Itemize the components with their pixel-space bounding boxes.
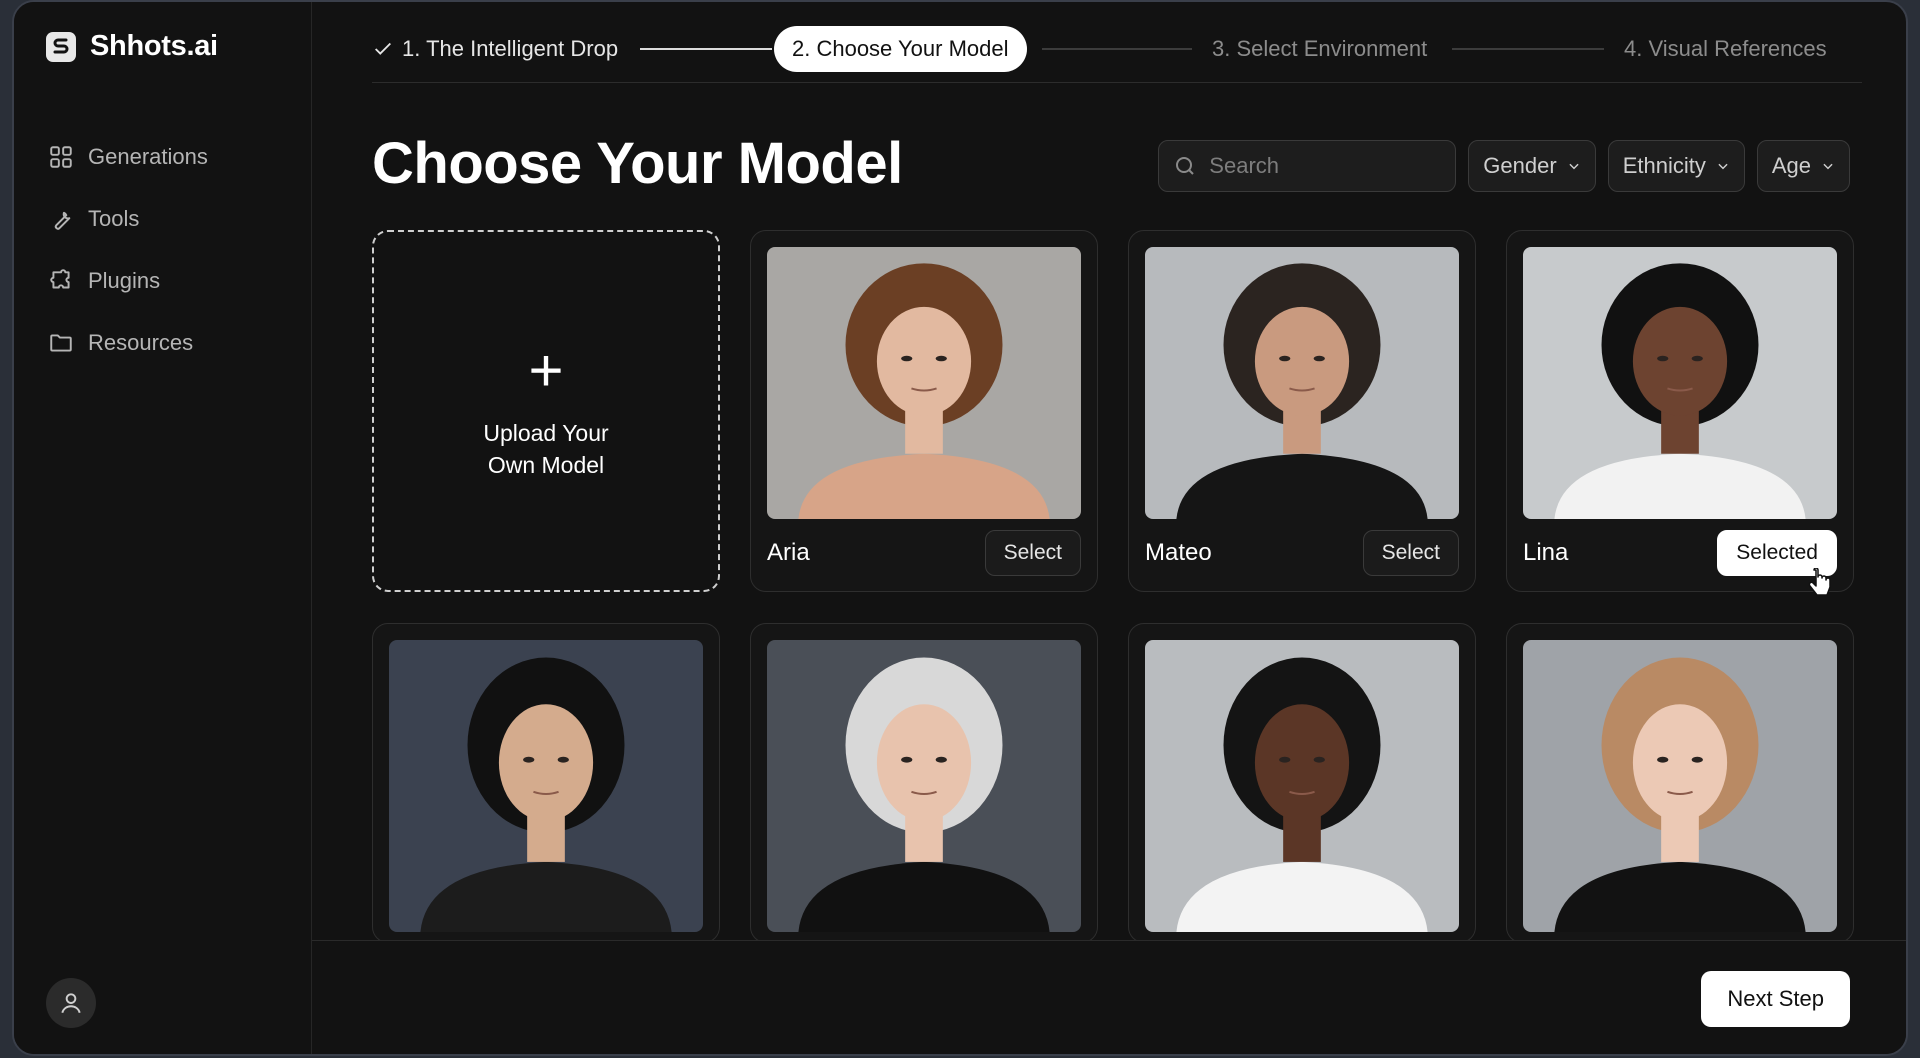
- wrench-icon: [54, 211, 71, 230]
- next-step-button[interactable]: Next Step: [1701, 971, 1850, 1027]
- upload-label: Upload Your Own Model: [483, 417, 608, 481]
- dropdown-label: Gender: [1483, 153, 1557, 178]
- dropdown-label: Age: [1771, 153, 1811, 178]
- model-photo[interactable]: [767, 247, 1081, 519]
- step-connector: [1452, 48, 1604, 50]
- check-icon: [375, 42, 391, 55]
- folder-icon: [50, 334, 72, 352]
- model-photo[interactable]: [1523, 640, 1837, 932]
- model-card[interactable]: [1506, 623, 1854, 943]
- select-button[interactable]: Select: [984, 530, 1081, 576]
- card-footer: Mateo Select: [1145, 529, 1459, 577]
- step-connector: [1042, 48, 1192, 50]
- upload-model-card[interactable]: + Upload Your Own Model: [372, 230, 720, 592]
- model-card[interactable]: Lina Selected: [1506, 230, 1854, 592]
- divider: [372, 82, 1862, 83]
- step-connector: [640, 48, 772, 50]
- step-4[interactable]: 4. Visual References: [1624, 26, 1827, 72]
- search-box[interactable]: [1158, 140, 1457, 192]
- brand[interactable]: Shhots.ai: [46, 30, 218, 63]
- logo-icon: [46, 31, 76, 62]
- upload-label-line: Upload Your: [483, 419, 609, 446]
- search-icon: [1176, 157, 1195, 175]
- sidebar-item-label: Tools: [88, 206, 140, 231]
- puzzle-icon: [50, 269, 70, 289]
- user-icon: [61, 993, 81, 1014]
- sidebar-item-label: Plugins: [88, 268, 161, 293]
- ethnicity-dropdown[interactable]: Ethnicity: [1607, 140, 1745, 192]
- sidebar-item-generations[interactable]: Generations: [48, 126, 208, 188]
- chevron-down-icon: [1718, 163, 1728, 170]
- step-label: 1. The Intelligent Drop: [402, 36, 619, 61]
- card-footer: Aria Select: [767, 529, 1081, 577]
- model-photo[interactable]: [767, 640, 1081, 932]
- model-photo[interactable]: [1145, 247, 1459, 519]
- page-title: Choose Your Model: [372, 131, 903, 196]
- model-name: Lina: [1523, 539, 1569, 566]
- step-label: 3. Select Environment: [1212, 36, 1428, 61]
- plus-icon: +: [528, 336, 564, 404]
- step-label: 2. Choose Your Model: [792, 36, 1009, 61]
- model-card[interactable]: [372, 623, 720, 943]
- pointer-cursor-icon: [1808, 568, 1831, 596]
- chevron-down-icon: [1823, 163, 1833, 170]
- gender-dropdown[interactable]: Gender: [1468, 140, 1596, 192]
- step-1[interactable]: 1. The Intelligent Drop: [372, 26, 618, 72]
- footer-bar: Next Step: [312, 940, 1906, 1054]
- sidebar-item-resources[interactable]: Resources: [48, 312, 208, 374]
- age-dropdown[interactable]: Age: [1756, 140, 1850, 192]
- profile-button[interactable]: [46, 978, 96, 1028]
- model-card[interactable]: [750, 623, 1098, 943]
- app-window: Shhots.ai Generations Tools Plugins Reso…: [12, 0, 1908, 1056]
- app-name: Shhots.ai: [90, 30, 218, 62]
- upload-label-line: Own Model: [487, 452, 605, 478]
- sidebar: Shhots.ai Generations Tools Plugins Reso…: [14, 2, 312, 1054]
- select-button[interactable]: Select: [1362, 530, 1459, 576]
- main-content: 1. The Intelligent Drop 2. Choose Your M…: [312, 2, 1906, 1054]
- chevron-down-icon: [1569, 163, 1579, 170]
- card-footer: Lina Selected: [1523, 529, 1837, 577]
- search-input[interactable]: [1209, 153, 1440, 179]
- sidebar-item-label: Resources: [88, 330, 194, 355]
- model-name: Mateo: [1145, 539, 1212, 566]
- stepper: 1. The Intelligent Drop 2. Choose Your M…: [372, 26, 1862, 72]
- model-photo[interactable]: [1145, 640, 1459, 932]
- model-card[interactable]: Aria Select: [750, 230, 1098, 592]
- sidebar-item-label: Generations: [88, 144, 208, 169]
- filter-bar: Gender Ethnicity Age: [1158, 140, 1850, 192]
- sidebar-item-plugins[interactable]: Plugins: [48, 250, 208, 312]
- sidebar-nav: Generations Tools Plugins Resources: [48, 126, 208, 374]
- grid-icon: [50, 146, 72, 168]
- model-card[interactable]: [1128, 623, 1476, 943]
- model-name: Aria: [767, 539, 810, 566]
- model-photo[interactable]: [1523, 247, 1837, 519]
- model-photo[interactable]: [389, 640, 703, 932]
- step-label: 4. Visual References: [1624, 36, 1827, 61]
- step-3[interactable]: 3. Select Environment: [1212, 26, 1427, 72]
- model-card[interactable]: Mateo Select: [1128, 230, 1476, 592]
- step-2[interactable]: 2. Choose Your Model: [774, 26, 1027, 72]
- sidebar-item-tools[interactable]: Tools: [48, 188, 208, 250]
- dropdown-label: Ethnicity: [1622, 153, 1706, 178]
